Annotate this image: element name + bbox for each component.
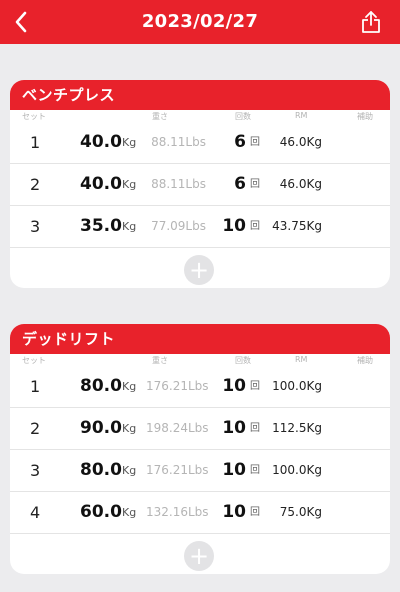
header-bar: 2023/02/27 xyxy=(0,0,400,44)
exercise-card-bench-press: ベンチプレス セット 重さ 回数 RM 補助 1 40.0 Kg 88.11Lb… xyxy=(10,80,390,288)
set-row[interactable]: 3 80.0 Kg 176.21Lbs 10 回 100.0Kg xyxy=(10,450,390,492)
weight-unit: Kg xyxy=(122,380,137,393)
add-set-area: + xyxy=(10,534,390,574)
reps-count[interactable]: 6 xyxy=(216,164,246,205)
set-row[interactable]: 1 40.0 Kg 88.11Lbs 6 回 46.0Kg xyxy=(10,122,390,164)
reps-unit: 回 xyxy=(250,381,260,392)
reps-unit: 回 xyxy=(250,137,260,148)
col-set-label: セット xyxy=(22,112,46,121)
rm-value: 43.75Kg xyxy=(272,219,322,233)
set-number: 3 xyxy=(30,461,41,480)
weight-lbs: 176.21Lbs xyxy=(146,463,209,477)
set-number: 2 xyxy=(30,419,41,438)
weight-unit: Kg xyxy=(122,178,137,191)
column-headers: セット 重さ 回数 RM 補助 xyxy=(10,354,390,366)
set-row[interactable]: 3 35.0 Kg 77.09Lbs 10 回 43.75Kg xyxy=(10,206,390,248)
weight-lbs: 88.11Lbs xyxy=(151,177,206,191)
set-number: 1 xyxy=(30,133,41,152)
weight-kg[interactable]: 80.0 xyxy=(80,366,122,407)
reps-count[interactable]: 10 xyxy=(216,408,246,449)
weight-unit: Kg xyxy=(122,422,137,435)
reps-count[interactable]: 10 xyxy=(216,206,246,247)
add-set-button[interactable]: + xyxy=(184,255,214,285)
col-weight-label: 重さ xyxy=(152,112,168,121)
exercise-card-deadlift: デッドリフト セット 重さ 回数 RM 補助 1 80.0 Kg 176.21L… xyxy=(10,324,390,574)
weight-unit: Kg xyxy=(122,220,137,233)
reps-unit: 回 xyxy=(250,423,260,434)
set-number: 1 xyxy=(30,377,41,396)
exercise-title[interactable]: デッドリフト xyxy=(10,324,390,354)
exercise-title[interactable]: ベンチプレス xyxy=(10,80,390,110)
set-row[interactable]: 1 80.0 Kg 176.21Lbs 10 回 100.0Kg xyxy=(10,366,390,408)
rm-value: 46.0Kg xyxy=(279,135,322,149)
rm-value: 100.0Kg xyxy=(272,463,322,477)
weight-kg[interactable]: 40.0 xyxy=(80,164,122,205)
weight-lbs: 198.24Lbs xyxy=(146,421,209,435)
weight-kg[interactable]: 40.0 xyxy=(80,122,122,163)
weight-unit: Kg xyxy=(122,136,137,149)
weight-lbs: 132.16Lbs xyxy=(146,505,209,519)
col-reps-label: 回数 xyxy=(235,112,251,121)
set-number: 4 xyxy=(30,503,41,522)
reps-count[interactable]: 10 xyxy=(216,366,246,407)
col-weight-label: 重さ xyxy=(152,356,168,365)
col-set-label: セット xyxy=(22,356,46,365)
col-rm-label: RM xyxy=(295,111,308,120)
set-number: 3 xyxy=(30,217,41,236)
rm-value: 100.0Kg xyxy=(272,379,322,393)
set-row[interactable]: 4 60.0 Kg 132.16Lbs 10 回 75.0Kg xyxy=(10,492,390,534)
rm-value: 112.5Kg xyxy=(272,421,322,435)
reps-count[interactable]: 10 xyxy=(216,450,246,491)
reps-unit: 回 xyxy=(250,465,260,476)
page-title: 2023/02/27 xyxy=(141,11,259,32)
weight-unit: Kg xyxy=(122,464,137,477)
weight-lbs: 77.09Lbs xyxy=(151,219,206,233)
column-headers: セット 重さ 回数 RM 補助 xyxy=(10,110,390,122)
reps-count[interactable]: 6 xyxy=(216,122,246,163)
reps-count[interactable]: 10 xyxy=(216,492,246,533)
reps-unit: 回 xyxy=(250,179,260,190)
rm-value: 46.0Kg xyxy=(279,177,322,191)
reps-unit: 回 xyxy=(250,221,260,232)
col-assist-label: 補助 xyxy=(357,112,373,121)
rm-value: 75.0Kg xyxy=(279,505,322,519)
weight-kg[interactable]: 35.0 xyxy=(80,206,122,247)
col-rm-label: RM xyxy=(295,355,308,364)
share-button[interactable] xyxy=(356,6,386,38)
set-row[interactable]: 2 40.0 Kg 88.11Lbs 6 回 46.0Kg xyxy=(10,164,390,206)
set-row[interactable]: 2 90.0 Kg 198.24Lbs 10 回 112.5Kg xyxy=(10,408,390,450)
reps-unit: 回 xyxy=(250,507,260,518)
add-set-area: + xyxy=(10,248,390,288)
col-assist-label: 補助 xyxy=(357,356,373,365)
weight-kg[interactable]: 90.0 xyxy=(80,408,122,449)
weight-lbs: 176.21Lbs xyxy=(146,379,209,393)
weight-kg[interactable]: 60.0 xyxy=(80,492,122,533)
weight-unit: Kg xyxy=(122,506,137,519)
col-reps-label: 回数 xyxy=(235,356,251,365)
weight-kg[interactable]: 80.0 xyxy=(80,450,122,491)
add-set-button[interactable]: + xyxy=(184,541,214,571)
set-number: 2 xyxy=(30,175,41,194)
share-icon xyxy=(362,11,380,33)
weight-lbs: 88.11Lbs xyxy=(151,135,206,149)
